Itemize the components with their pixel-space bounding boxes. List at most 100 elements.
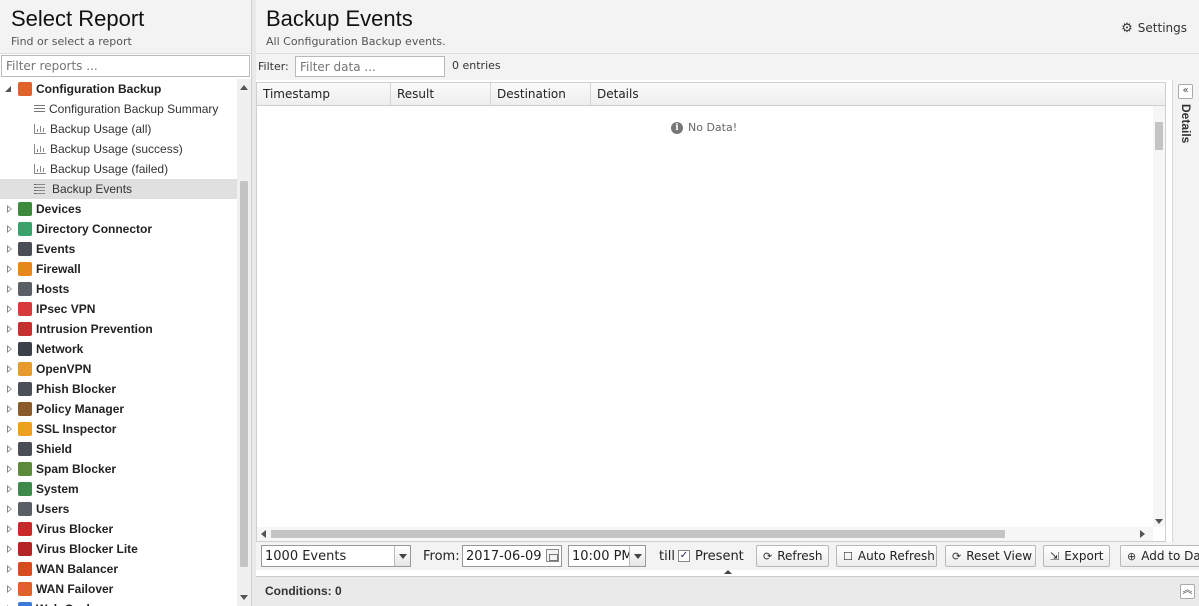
chevron-down-icon[interactable]	[394, 546, 410, 566]
scroll-right-icon[interactable]	[1140, 530, 1145, 538]
tree-node-configuration-backup[interactable]: Configuration Backup	[0, 79, 237, 99]
data-filter-bar: Filter: 0 entries	[256, 54, 1199, 80]
tree-leaf-label: Configuration Backup Summary	[49, 102, 219, 116]
expand-arrow-icon[interactable]	[4, 559, 14, 579]
present-checkbox[interactable]: ✓	[678, 550, 690, 562]
tree-node-system[interactable]: System	[0, 479, 237, 499]
tree-node-phish-blocker[interactable]: Phish Blocker	[0, 379, 237, 399]
expand-arrow-icon[interactable]	[4, 499, 14, 519]
expand-arrow-icon[interactable]	[4, 459, 14, 479]
tree-leaf-backup-usage-success[interactable]: Backup Usage (success)	[0, 139, 237, 159]
tree-node-wan-failover[interactable]: WAN Failover	[0, 579, 237, 599]
tree-node-directory-connector[interactable]: Directory Connector	[0, 219, 237, 239]
tree-node-openvpn[interactable]: OpenVPN	[0, 359, 237, 379]
expand-arrow-icon[interactable]	[4, 299, 14, 319]
expand-arrow-icon[interactable]	[4, 539, 14, 559]
tree-node-web-cache[interactable]: Web Cache	[0, 599, 237, 606]
expand-arrow-icon[interactable]	[4, 259, 14, 279]
expand-arrow-icon[interactable]	[4, 419, 14, 439]
export-icon: ⇲	[1050, 549, 1060, 563]
tree-leaf-backup-usage-all[interactable]: Backup Usage (all)	[0, 119, 237, 139]
tree-node-spam-blocker[interactable]: Spam Blocker	[0, 459, 237, 479]
from-date-field[interactable]: 2017-06-09	[462, 545, 562, 567]
column-header-details[interactable]: Details	[591, 83, 1165, 105]
tree-node-devices[interactable]: Devices	[0, 199, 237, 219]
tree-node-network[interactable]: Network	[0, 339, 237, 359]
checkbox-empty-icon: ☐	[843, 549, 853, 563]
scroll-left-icon[interactable]	[261, 530, 266, 538]
expand-arrow-icon[interactable]	[4, 519, 14, 539]
settings-button[interactable]: ⚙ Settings	[1117, 18, 1191, 38]
chevron-down-icon[interactable]	[629, 546, 645, 566]
events-limit-value: 1000 Events	[265, 548, 347, 564]
expand-arrow-icon[interactable]	[4, 439, 14, 459]
expand-arrow-icon[interactable]	[4, 479, 14, 499]
tree-node-label: Intrusion Prevention	[36, 322, 153, 336]
plus-circle-icon: ⊕	[1127, 549, 1137, 563]
calendar-icon[interactable]	[546, 549, 559, 562]
reset-view-label: Reset View	[966, 549, 1033, 563]
tree-node-policy-manager[interactable]: Policy Manager	[0, 399, 237, 419]
details-panel-label[interactable]: Details	[1179, 104, 1193, 143]
tree-node-ssl-inspector[interactable]: SSL Inspector	[0, 419, 237, 439]
scroll-down-icon[interactable]	[1155, 519, 1163, 524]
data-filter-label: Filter:	[258, 60, 289, 73]
column-header-destination[interactable]: Destination	[491, 83, 591, 105]
tree-node-users[interactable]: Users	[0, 499, 237, 519]
tree-leaf-configuration-backup-summary[interactable]: Configuration Backup Summary	[0, 99, 237, 119]
report-tree-scrollbar[interactable]	[237, 79, 251, 606]
export-button[interactable]: ⇲ Export	[1043, 545, 1110, 567]
expand-arrow-icon[interactable]	[4, 239, 14, 259]
auto-refresh-button[interactable]: ☐ Auto Refresh	[836, 545, 937, 567]
expand-arrow-icon[interactable]	[4, 339, 14, 359]
expand-arrow-icon[interactable]	[4, 199, 14, 219]
present-label[interactable]: Present	[695, 549, 744, 564]
grid-vertical-scrollbar[interactable]	[1153, 106, 1165, 527]
from-time-select[interactable]: 10:00 PM	[568, 545, 646, 567]
tree-node-wan-balancer[interactable]: WAN Balancer	[0, 559, 237, 579]
column-header-result[interactable]: Result	[391, 83, 491, 105]
events-limit-select[interactable]: 1000 Events	[261, 545, 411, 567]
expand-arrow-icon[interactable]	[4, 219, 14, 239]
tree-node-shield[interactable]: Shield	[0, 439, 237, 459]
reset-view-button[interactable]: ⟳ Reset View	[945, 545, 1036, 567]
scroll-up-icon[interactable]	[240, 85, 248, 90]
data-filter-input[interactable]	[295, 56, 445, 77]
expand-details-button[interactable]: «	[1178, 84, 1193, 99]
tree-node-virus-blocker-lite[interactable]: Virus Blocker Lite	[0, 539, 237, 559]
add-to-dashboard-button[interactable]: ⊕ Add to Da	[1120, 545, 1199, 567]
network-icon	[18, 342, 32, 356]
expand-arrow-icon[interactable]	[4, 279, 14, 299]
bar-chart-icon	[34, 124, 46, 134]
double-chevron-left-icon: «	[1182, 85, 1189, 96]
tree-node-label: Events	[36, 242, 76, 256]
collapse-arrow-icon[interactable]	[4, 79, 14, 99]
tree-node-hosts[interactable]: Hosts	[0, 279, 237, 299]
scrollbar-thumb[interactable]	[1155, 122, 1163, 150]
tree-node-ipsec-vpn[interactable]: IPsec VPN	[0, 299, 237, 319]
tree-leaf-backup-usage-failed[interactable]: Backup Usage (failed)	[0, 159, 237, 179]
grid-horizontal-scrollbar[interactable]	[257, 527, 1153, 541]
column-header-timestamp[interactable]: Timestamp	[257, 83, 391, 105]
scrollbar-thumb[interactable]	[240, 181, 248, 567]
scrollbar-thumb[interactable]	[271, 530, 1005, 538]
report-filter-input[interactable]	[1, 55, 250, 77]
tree-node-label: WAN Balancer	[36, 562, 119, 576]
expand-arrow-icon[interactable]	[4, 319, 14, 339]
expand-arrow-icon[interactable]	[4, 579, 14, 599]
expand-conditions-button[interactable]: ︽	[1180, 584, 1195, 599]
tree-leaf-backup-events[interactable]: Backup Events	[0, 179, 237, 199]
expand-arrow-icon[interactable]	[4, 359, 14, 379]
expand-arrow-icon[interactable]	[4, 379, 14, 399]
expand-arrow-icon[interactable]	[4, 399, 14, 419]
scroll-down-icon[interactable]	[240, 595, 248, 600]
tree-node-firewall[interactable]: Firewall	[0, 259, 237, 279]
tree-node-virus-blocker[interactable]: Virus Blocker	[0, 519, 237, 539]
tree-node-label: Firewall	[36, 262, 81, 276]
tree-node-events[interactable]: Events	[0, 239, 237, 259]
tree-node-label: Devices	[36, 202, 82, 216]
refresh-button[interactable]: ⟳ Refresh	[756, 545, 829, 567]
conditions-label[interactable]: Conditions: 0	[265, 584, 342, 598]
expand-arrow-icon[interactable]	[4, 599, 14, 606]
tree-node-intrusion-prevention[interactable]: Intrusion Prevention	[0, 319, 237, 339]
